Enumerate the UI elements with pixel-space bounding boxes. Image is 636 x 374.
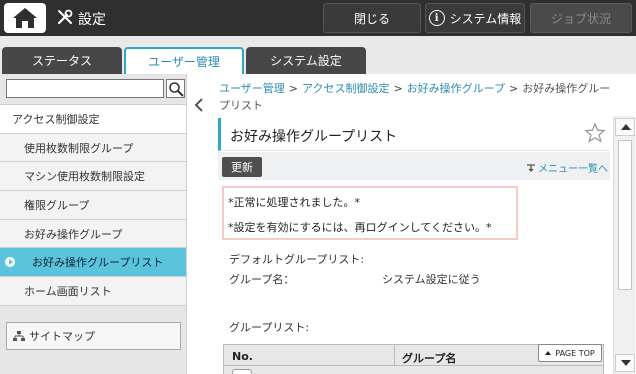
column-divider xyxy=(394,345,395,365)
message-box: *正常に処理されました。* *設定を有効にするには、再ログインしてください。* xyxy=(222,186,518,240)
scroll-thumb[interactable] xyxy=(618,140,632,290)
sidebar-item-access-control[interactable]: アクセス制御設定 xyxy=(0,105,186,134)
tab-system-settings[interactable]: システム設定 xyxy=(246,47,366,74)
sitemap-label: サイトマップ xyxy=(29,330,95,343)
breadcrumb-separator: > xyxy=(393,82,403,95)
page-title: お好み操作グループリスト xyxy=(230,129,398,145)
info-icon: i xyxy=(428,10,445,26)
sidebar-item-machine-usage-limit[interactable]: マシン使用枚数制限設定 xyxy=(0,162,186,192)
group-name-value: システム設定に従う xyxy=(382,273,481,286)
job-status-button[interactable]: ジョブ状況 xyxy=(530,3,632,33)
menu-list-label: メニュー一覧へ xyxy=(538,164,608,175)
column-header-group-name: グループ名 xyxy=(402,352,457,365)
sidebar-item-favorite-group-list[interactable]: お好み操作グループリスト xyxy=(0,248,186,278)
star-icon[interactable] xyxy=(584,122,606,144)
relogin-message: *設定を有効にするには、再ログインしてください。* xyxy=(228,221,492,234)
group-list-label: グループリスト: xyxy=(229,321,310,334)
breadcrumb-separator: > xyxy=(509,82,519,95)
tab-user-management[interactable]: ユーザー管理 xyxy=(124,47,244,74)
header-row-divider xyxy=(224,365,603,366)
scroll-up-button[interactable] xyxy=(615,118,635,136)
sidebar-item-label: お好み操作グループリスト xyxy=(32,256,164,270)
tab-bar: ステータス ユーザー管理 システム設定 xyxy=(0,36,636,74)
app-title: 設定 xyxy=(78,12,106,28)
home-button[interactable] xyxy=(4,3,46,33)
group-name-label: グループ名： xyxy=(229,273,295,286)
page-top-button[interactable]: PAGE TOP xyxy=(538,344,602,362)
success-message: *正常に処理されました。* xyxy=(228,196,360,209)
tab-status[interactable]: ステータス xyxy=(2,47,122,74)
default-group-list-label: デフォルトグループリスト: xyxy=(229,253,365,266)
sidebar: アクセス制御設定 使用枚数制限グループ マシン使用枚数制限設定 権限グループ お… xyxy=(0,74,187,374)
update-button[interactable]: 更新 xyxy=(222,157,262,177)
arrow-bullet-icon xyxy=(5,257,15,268)
sidebar-item-home-screen-list[interactable]: ホーム画面リスト xyxy=(0,277,186,306)
row-checkbox[interactable] xyxy=(232,369,252,374)
search-button[interactable] xyxy=(166,79,185,98)
menu-list-link[interactable]: メニュー一覧へ xyxy=(526,160,608,175)
sidebar-item-usage-limit-group[interactable]: 使用枚数制限グループ xyxy=(0,133,186,163)
vertical-scrollbar[interactable] xyxy=(613,116,635,374)
system-info-button[interactable]: i システム情報 xyxy=(425,3,525,33)
sidebar-list: アクセス制御設定 使用枚数制限グループ マシン使用枚数制限設定 権限グループ お… xyxy=(0,104,186,306)
return-arrow-icon xyxy=(527,163,535,172)
settings-tools-icon xyxy=(57,9,73,25)
breadcrumb-user-management[interactable]: ユーザー管理 xyxy=(219,82,285,95)
page-header: お好み操作グループリスト xyxy=(218,118,610,151)
home-icon xyxy=(13,8,37,28)
breadcrumb-separator: > xyxy=(288,82,298,95)
action-bar: 更新 メニュー一覧へ xyxy=(218,152,610,180)
scroll-down-button[interactable] xyxy=(615,354,635,372)
search-icon xyxy=(169,82,184,97)
breadcrumb: ユーザー管理 > アクセス制御設定 > お好み操作グループ > お好み操作グループリスト xyxy=(219,80,611,114)
sidebar-item-authority-group[interactable]: 権限グループ xyxy=(0,191,186,220)
breadcrumb-access-control[interactable]: アクセス制御設定 xyxy=(302,82,389,95)
column-header-no: No. xyxy=(232,350,253,363)
sitemap-icon xyxy=(13,330,25,341)
top-bar: 設定 閉じる i システム情報 ジョブ状況 xyxy=(0,0,636,36)
sidebar-search-input[interactable] xyxy=(6,79,164,98)
system-info-label: システム情報 xyxy=(449,11,522,26)
breadcrumb-favorite-group[interactable]: お好み操作グループ xyxy=(407,82,505,95)
close-button[interactable]: 閉じる xyxy=(323,3,421,33)
collapse-sidebar-icon[interactable] xyxy=(192,96,206,114)
sidebar-item-favorite-group[interactable]: お好み操作グループ xyxy=(0,219,186,249)
sitemap-button[interactable]: サイトマップ xyxy=(6,322,181,350)
